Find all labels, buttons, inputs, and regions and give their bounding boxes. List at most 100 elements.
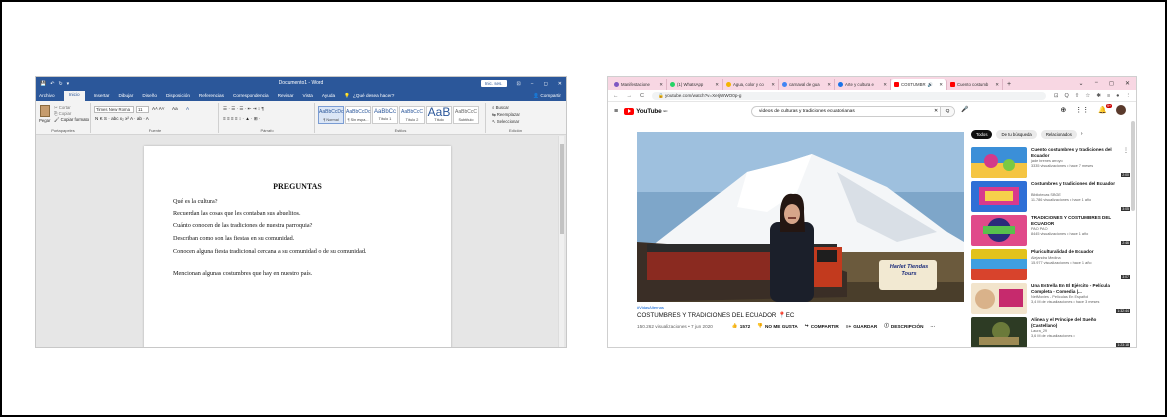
install-icon[interactable]: ⊡ [1054,93,1059,99]
like-button[interactable]: 👍 1572 [732,323,750,329]
tab-vista[interactable]: Vista [303,93,313,98]
vertical-scrollbar[interactable] [558,136,564,347]
google-icon [782,82,787,87]
minimize-button[interactable]: − [1094,80,1098,87]
forward-icon[interactable]: → [627,93,633,99]
save-button[interactable]: ≡+ GUARDAR [846,324,877,329]
related-video[interactable]: 2:46 TRADICIONES Y COSTUMBRES DEL ECUADO… [971,215,1131,246]
share-icon[interactable]: ⇧ [1075,93,1080,99]
font-name-select[interactable]: Times New Roma [94,106,134,113]
video-player[interactable]: Harlet Tiendas Tours [637,132,964,302]
tab-archivo[interactable]: Archivo [39,93,55,98]
browser-tab[interactable]: Manifestacione ✕ [611,79,667,90]
more-actions-icon[interactable]: ··· [930,324,935,329]
create-video-icon[interactable]: ⊕ [1060,106,1066,114]
tab-insertar[interactable]: Insertar [94,93,110,98]
chevron-right-icon[interactable]: › [1081,130,1083,139]
tell-me-box[interactable]: 💡 ¿Qué desea hacer? [344,93,394,99]
browser-tab[interactable]: Cuento costumb ✕ [947,79,1003,90]
change-case-button[interactable]: Aa [172,106,178,111]
browser-tab[interactable]: Agua, color y co ✕ [723,79,779,90]
style-title[interactable]: AaB Título [426,106,452,124]
close-tab-icon[interactable]: ✕ [715,82,719,88]
list-buttons[interactable]: ☰ · ☰ · ☰ · ⇤ ⇥ ↕ ¶ [223,106,264,112]
bookmark-star-icon[interactable]: ☆ [1085,93,1090,99]
share-button[interactable]: ↪ COMPARTIR [805,323,839,329]
close-tab-icon[interactable]: ✕ [659,82,663,88]
browser-tab[interactable]: Arte y cultura e ✕ [835,79,891,90]
alignment-buttons[interactable]: ≡ ≡ ≡ ≡ ↕ · ▲ · ⊞ · [223,116,261,122]
microphone-icon[interactable]: 🎤 [961,106,968,113]
page-scrollbar[interactable] [1131,121,1135,211]
reload-icon[interactable]: C [640,93,644,99]
browser-tab[interactable]: carnaval de gua ✕ [779,79,835,90]
font-size-select[interactable]: 11 [136,106,149,113]
chrome-menu-icon[interactable]: ⋮ [1126,93,1132,99]
font-format-buttons[interactable]: N K S · abc x₂ x² A · ab · A [95,116,149,121]
related-video[interactable]: 1:32:44 Una Estrella En El Ejército - Pe… [971,283,1131,314]
back-icon[interactable]: ← [613,93,619,99]
chip-de-tu-busqueda[interactable]: De tu búsqueda [996,130,1037,139]
close-tab-icon[interactable]: ✕ [883,82,887,88]
notifications-bell-icon[interactable]: 🔔 9+ [1098,104,1112,114]
url-field[interactable]: 🔒 youtube.com/watch?v=XeIjWWO0p-g [651,91,1046,100]
document-area: PREGUNTAS Qué es la cultura? Recuerdan l… [36,136,566,347]
find-button[interactable]: ⌕ Buscar [492,105,509,110]
style-heading-2[interactable]: AaBbCcC Título 2 [399,106,425,124]
tab-referencias[interactable]: Referencias [199,93,224,98]
grow-shrink-font-buttons[interactable]: A˄ A˅ [152,106,165,111]
share-button[interactable]: 👤 Compartir [533,93,566,99]
close-tab-icon[interactable]: ✕ [995,82,999,88]
format-painter-button[interactable]: 🖌 Copiar formato [54,117,89,123]
hamburger-menu-icon[interactable]: ≡ [614,108,618,115]
replace-button[interactable]: ⇆ Reemplazar [492,112,520,118]
copy-button[interactable]: ⎘ Copiar [54,111,71,116]
user-avatar[interactable] [1116,105,1126,115]
zoom-icon[interactable]: Q [1065,93,1069,99]
tab-disposicion[interactable]: Disposición [166,93,190,98]
apps-grid-icon[interactable]: ⋮⋮ [1075,106,1089,114]
close-tab-icon[interactable]: ✕ [939,82,943,88]
style-heading-1[interactable]: AaBbCc Título 1 [372,106,398,124]
close-tab-icon[interactable]: ✕ [771,82,775,88]
reading-list-icon[interactable]: ≡ [1107,93,1110,99]
close-tab-icon[interactable]: ✕ [827,82,831,88]
paste-icon[interactable] [40,105,50,117]
related-video[interactable]: 3:07 Pluriculturalidad de Ecuador Alejan… [971,249,1131,280]
profile-avatar-icon[interactable]: ● [1116,93,1119,99]
close-button[interactable]: ✕ [1125,80,1130,87]
dislike-button[interactable]: 👎 NO ME GUSTA [757,323,798,329]
select-button[interactable]: ↖ Seleccionar [492,119,519,125]
search-button-icon[interactable]: Q [940,107,954,116]
chip-todos[interactable]: Todos [971,130,993,139]
tab-search-icon[interactable]: ⌄ [1078,80,1083,87]
clear-search-icon[interactable]: ✕ [934,107,938,116]
youtube-logo[interactable]: YouTube EC [624,107,668,115]
tab-inicio[interactable]: Inicio [63,91,85,101]
scrollbar-thumb[interactable] [560,144,564,234]
clear-formatting-button[interactable]: A [186,106,189,111]
description-button[interactable]: ⓘ DESCRIPCIÓN [884,323,923,329]
tab-dibujar[interactable]: Dibujar [119,93,134,98]
style-no-spacing[interactable]: AaBbCcDc ¶ Sin espa... [345,106,371,124]
document-page[interactable]: PREGUNTAS Qué es la cultura? Recuerdan l… [144,146,451,347]
related-video[interactable]: 2:00 Cuento costumbres y tradiciones del… [971,147,1131,178]
chip-relacionados[interactable]: Relacionados [1040,130,1077,139]
tab-correspondencia[interactable]: Correspondencia [233,93,269,98]
style-normal[interactable]: AaBbCcDc ¶ Normal [318,106,344,124]
search-input[interactable]: videos de culturas y tradiciones ecuator… [751,106,955,117]
tab-revisar[interactable]: Revisar [278,93,294,98]
tab-ayuda[interactable]: Ayuda [322,93,335,98]
new-tab-button[interactable]: + [1003,79,1015,90]
maximize-button[interactable]: ◻ [1109,80,1114,87]
browser-tab-active[interactable]: COSTUMBR 🔊 ✕ [891,79,947,90]
related-video[interactable]: 3:05 Costumbres y tradiciones del Ecuado… [971,181,1131,212]
browser-tab[interactable]: (1) WhatsApp ✕ [667,79,723,90]
more-options-icon[interactable]: ⋮ [1123,147,1129,154]
tab-diseno[interactable]: Diseño [142,93,157,98]
video-hashtag[interactable]: #VidasAlternas [637,305,664,310]
style-subtitle[interactable]: AaBbCcC Subtítulo [453,106,479,124]
related-video[interactable]: 1:23:18 Alinea y el Príncipe del Sueño (… [971,317,1131,347]
extensions-icon[interactable]: ✱ [1096,93,1101,99]
paste-label[interactable]: Pegar [39,118,50,123]
